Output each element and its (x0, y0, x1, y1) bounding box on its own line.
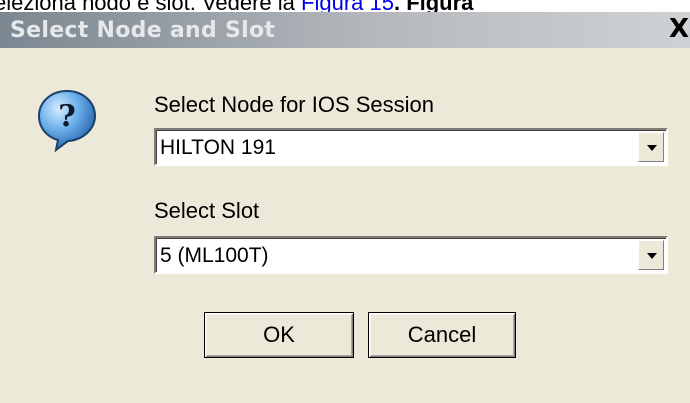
slot-select-value: 5 (ML100T) (160, 244, 269, 267)
node-select-value: HILTON 191 (160, 136, 276, 159)
chevron-down-icon (647, 145, 657, 151)
dialog-titlebar[interactable]: Select Node and Slot X (0, 12, 690, 48)
node-dropdown-button[interactable] (638, 132, 664, 162)
close-button[interactable]: X (664, 12, 690, 46)
ok-button[interactable]: OK (204, 312, 354, 358)
slot-select[interactable]: 5 (ML100T) (154, 236, 668, 274)
cancel-button-label: Cancel (407, 322, 477, 347)
ok-button-label: OK (263, 322, 295, 347)
svg-text:?: ? (58, 99, 76, 134)
dialog-title: Select Node and Slot (10, 18, 276, 43)
slot-label: Select Slot (154, 198, 260, 223)
node-select[interactable]: HILTON 191 (154, 128, 668, 166)
question-icon: ? (37, 89, 97, 152)
select-node-dialog: Select Node and Slot X ? Select Node for… (0, 12, 690, 403)
dialog-body: ? Select Node for IOS Session HILTON 191… (8, 48, 690, 403)
slot-dropdown-button[interactable] (638, 240, 664, 270)
chevron-down-icon (647, 253, 657, 259)
cancel-button[interactable]: Cancel (368, 312, 516, 358)
node-label: Select Node for IOS Session (154, 92, 435, 117)
